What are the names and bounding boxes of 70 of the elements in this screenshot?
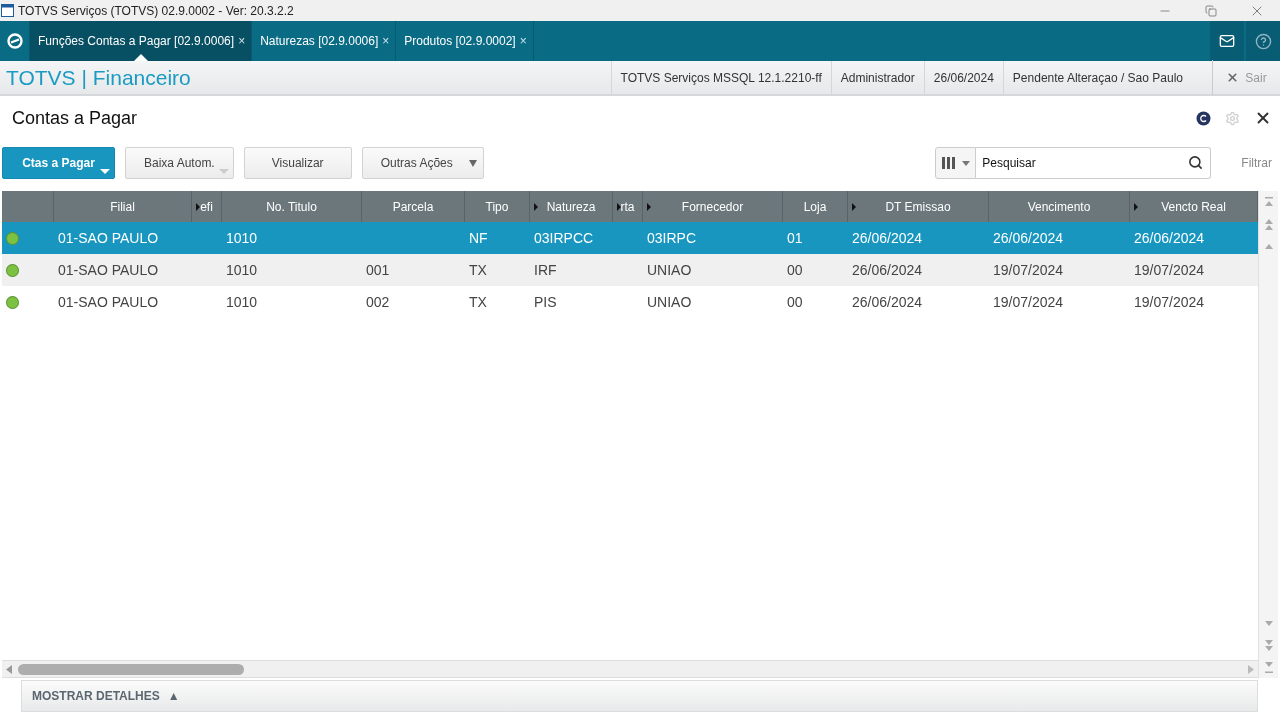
table-cell-text: 00 bbox=[786, 294, 804, 310]
table-cell-text: 01 bbox=[786, 230, 804, 246]
filter-link[interactable]: Filtrar bbox=[1241, 156, 1272, 170]
table-cell-text: 19/07/2024 bbox=[1133, 294, 1206, 310]
caret-icon bbox=[962, 160, 971, 166]
module-tab[interactable]: Funções Contas a Pagar [02.9.0006] × bbox=[30, 21, 253, 61]
table-cell-text: 19/07/2024 bbox=[992, 262, 1065, 278]
table-cell-text: 01-SAO PAULO bbox=[57, 262, 160, 278]
table-cell-text: TX bbox=[468, 262, 488, 278]
tab-close[interactable]: × bbox=[238, 34, 246, 48]
action-button[interactable]: Ctas a Pagar bbox=[2, 147, 115, 179]
scroll-up-icon[interactable] bbox=[1264, 243, 1273, 249]
table-cell-text: IRF bbox=[533, 262, 558, 278]
table-cell-text: 26/06/2024 bbox=[851, 262, 924, 278]
page-up-icon[interactable] bbox=[1264, 218, 1273, 230]
scrollbar-thumb[interactable] bbox=[18, 663, 244, 675]
table-cell-text: 26/06/2024 bbox=[851, 230, 924, 246]
table-cell-text: 01-SAO PAULO bbox=[57, 294, 160, 310]
action-button[interactable]: Visualizar bbox=[243, 147, 352, 179]
action-button[interactable]: Outras Ações bbox=[361, 147, 484, 179]
scroll-bottom-icon[interactable] bbox=[1264, 661, 1273, 673]
mail-icon[interactable] bbox=[1219, 33, 1235, 49]
restore-icon[interactable] bbox=[1205, 4, 1217, 17]
brand-title: TOTVS | Financeiro bbox=[5, 65, 192, 90]
scroll-right-icon[interactable] bbox=[1248, 664, 1254, 674]
table-row[interactable]: 01-SAO PAULO 1010 NF 03IRPCC 03IRPC 01 26/06/2024 26/06/2024 26/06/2024 bbox=[2, 222, 1258, 254]
table-cell-text: UNIAO bbox=[646, 294, 693, 310]
settings-icon[interactable] bbox=[1225, 110, 1240, 126]
page-title: Contas a Pagar bbox=[12, 107, 139, 129]
details-toggle[interactable]: MOSTRAR DETALHES ▲ bbox=[32, 689, 180, 703]
dropdown-caret-icon[interactable] bbox=[218, 169, 229, 174]
table-cell-text: 1010 bbox=[225, 230, 259, 246]
session-info: 26/06/2024 bbox=[923, 60, 1003, 95]
exit-button[interactable]: Sair bbox=[1212, 60, 1280, 95]
search-field[interactable]: Pesquisar bbox=[976, 147, 1212, 179]
table-cell-text: 26/06/2024 bbox=[992, 230, 1065, 246]
table-cell-text: 26/06/2024 bbox=[1133, 230, 1206, 246]
page-down-icon[interactable] bbox=[1264, 639, 1273, 651]
table-cell-text: 19/07/2024 bbox=[992, 294, 1065, 310]
app-icon bbox=[1, 4, 14, 17]
session-info: Pendente Alteraçao / Sao Paulo bbox=[1002, 60, 1192, 95]
table-cell-text: 01-SAO PAULO bbox=[57, 230, 160, 246]
table-cell-text: 26/06/2024 bbox=[851, 294, 924, 310]
table-row[interactable]: 01-SAO PAULO 1010 001 TX IRF UNIAO 00 26/06/2024 19/07/2024 19/07/2024 bbox=[2, 254, 1258, 286]
session-info: TOTVS Serviços MSSQL 12.1.2210-ff bbox=[610, 60, 831, 95]
table-cell-text: 002 bbox=[365, 294, 391, 310]
table-cell-text: TX bbox=[468, 294, 488, 310]
window-title: TOTVS Serviços (TOTVS) 02.9.0002 - Ver: 20.3.2.2 bbox=[18, 3, 295, 18]
session-info: Administrador bbox=[830, 60, 924, 95]
status-icon[interactable] bbox=[1196, 110, 1211, 126]
table-cell-text: 1010 bbox=[225, 262, 259, 278]
table-cell-text: 1010 bbox=[225, 294, 259, 310]
table-cell-text: 03IRPC bbox=[646, 230, 698, 246]
table-cell-text: 00 bbox=[786, 262, 804, 278]
scroll-left-icon[interactable] bbox=[6, 664, 12, 674]
table-cell-text: UNIAO bbox=[646, 262, 693, 278]
columns-button[interactable] bbox=[935, 147, 977, 179]
table-cell-text: NF bbox=[468, 230, 489, 246]
help-icon[interactable] bbox=[1254, 32, 1272, 50]
tab-close[interactable]: × bbox=[519, 34, 527, 48]
table-cell-text: 001 bbox=[365, 262, 391, 278]
tab-close[interactable]: × bbox=[382, 34, 390, 48]
table-cell-text: 19/07/2024 bbox=[1133, 262, 1206, 278]
scroll-down-icon[interactable] bbox=[1264, 620, 1273, 626]
table-cell-text: 03IRPCC bbox=[533, 230, 595, 246]
action-button[interactable]: Baixa Autom. bbox=[125, 147, 234, 179]
logo-icon[interactable] bbox=[6, 33, 23, 49]
table-cell-text: PIS bbox=[533, 294, 558, 310]
scroll-top-icon[interactable] bbox=[1264, 196, 1273, 208]
search-icon[interactable] bbox=[1188, 155, 1204, 170]
